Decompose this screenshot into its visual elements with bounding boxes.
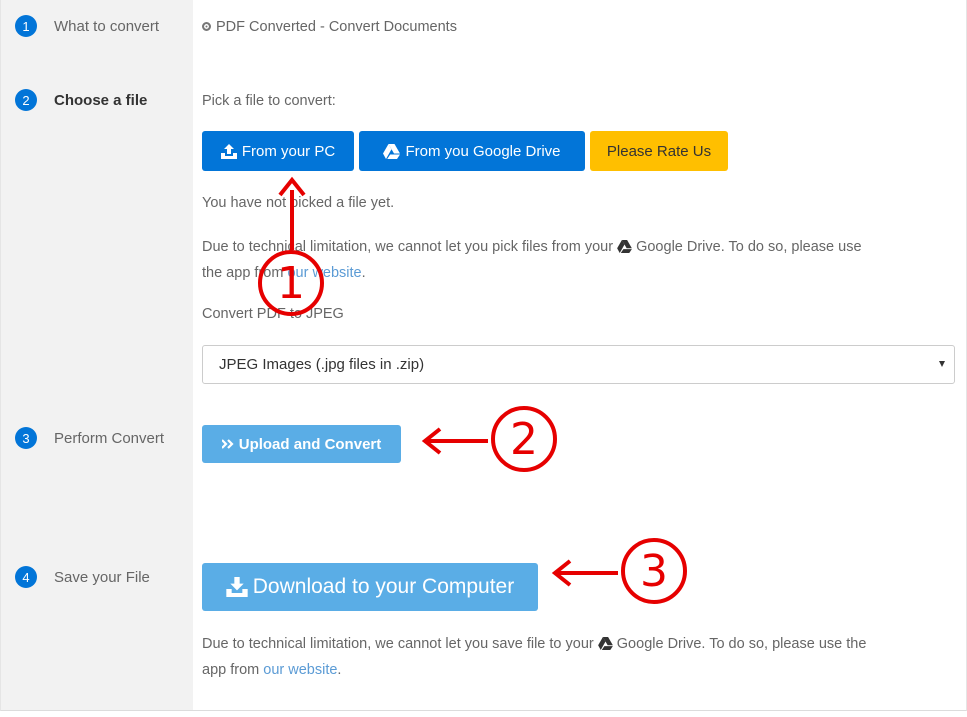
arrow-up-annotation: [278, 176, 306, 250]
annotation-marker-1: 1: [258, 250, 324, 316]
arrow-left-annotation: [551, 559, 618, 587]
arrow-left-annotation: [421, 427, 488, 455]
annotation-overlay: [278, 176, 618, 587]
annotation-marker-3: 3: [621, 538, 687, 604]
annotation-marker-2: 2: [491, 406, 557, 472]
